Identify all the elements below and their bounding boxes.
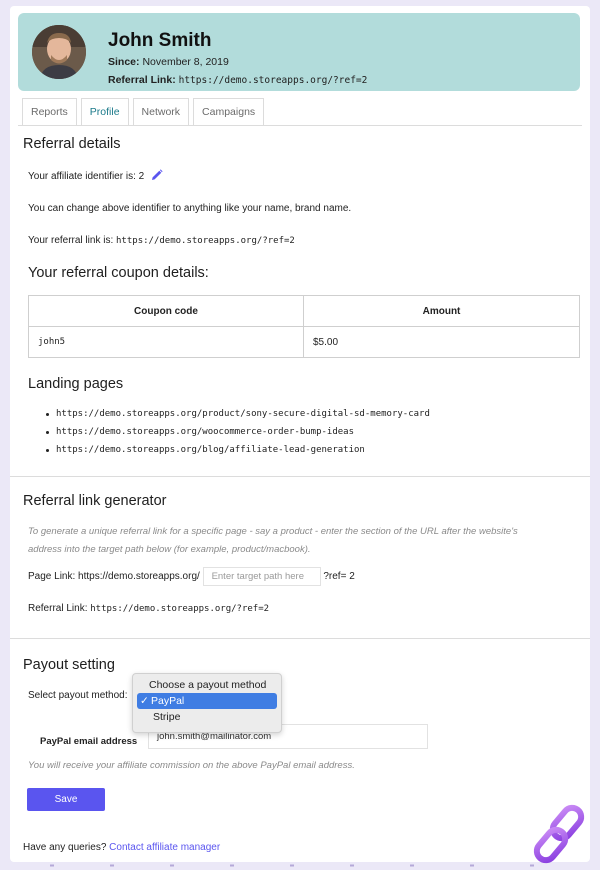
checkmark-icon: ✓: [140, 695, 149, 707]
bottom-dotted-border: [50, 864, 550, 867]
section-divider: [10, 476, 590, 477]
landing-pages-list: https://demo.storeapps.org/product/sony-…: [46, 409, 430, 463]
list-item[interactable]: https://demo.storeapps.org/product/sony-…: [46, 409, 430, 427]
generated-link-value: https://demo.storeapps.org/?ref=2: [90, 604, 270, 614]
generator-hint-line-2: address into the target path below (for …: [28, 544, 311, 555]
referral-link-row: Your referral link is: https://demo.stor…: [28, 235, 295, 246]
list-item[interactable]: https://demo.storeapps.org/blog/affiliat…: [46, 445, 430, 463]
profile-header: John Smith Since: November 8, 2019 Refer…: [18, 13, 580, 91]
identifier-value: 2: [138, 171, 145, 182]
generator-hint-line-1: To generate a unique referral link for a…: [28, 526, 518, 537]
page-link-label: Page Link:: [28, 571, 76, 583]
page-link-base: https://demo.storeapps.org/: [78, 571, 200, 583]
member-since: Since: November 8, 2019: [108, 56, 229, 68]
referral-link-label: Referral Link:: [108, 74, 176, 86]
referral-link-url: https://demo.storeapps.org/?ref=2: [116, 236, 295, 246]
payout-method-label: Select payout method:: [28, 690, 128, 701]
coupon-heading: Your referral coupon details:: [28, 265, 209, 281]
column-header-coupon-code: Coupon code: [28, 295, 304, 327]
affiliate-identifier-row: Your affiliate identifier is: 2: [28, 169, 163, 184]
since-value: November 8, 2019: [142, 56, 229, 68]
landing-pages-heading: Landing pages: [28, 376, 124, 392]
tab-network[interactable]: Network: [132, 98, 190, 126]
page-link-row: Page Link: https://demo.storeapps.org/ E…: [28, 567, 355, 586]
paypal-email-label: PayPal email address: [40, 736, 138, 747]
tab-profile[interactable]: Profile: [80, 98, 129, 126]
generated-referral-link-row: Referral Link: https://demo.storeapps.or…: [28, 603, 269, 614]
referral-details-heading: Referral details: [23, 136, 121, 152]
tab-campaigns[interactable]: Campaigns: [193, 98, 265, 126]
section-divider: [10, 638, 590, 639]
target-path-input[interactable]: Enter target path here: [202, 567, 321, 586]
payout-option-stripe[interactable]: Stripe: [137, 709, 277, 725]
payout-option-paypal-label: PayPal: [151, 695, 185, 707]
referral-link-text: Your referral link is:: [28, 235, 114, 246]
coupon-amount-cell: $5.00: [303, 326, 580, 358]
payout-option-choose[interactable]: Choose a payout method: [137, 677, 277, 693]
table-header-row: Coupon code Amount: [28, 295, 580, 327]
referral-link-value: https://demo.storeapps.org/?ref=2: [178, 75, 368, 86]
header-referral-link: Referral Link: https://demo.storeapps.or…: [108, 74, 367, 86]
link-generator-heading: Referral link generator: [23, 493, 167, 509]
payout-method-dropdown[interactable]: Choose a payout method ✓ PayPal Stripe: [132, 673, 282, 733]
identifier-label: Your affiliate identifier is:: [28, 171, 136, 182]
list-item[interactable]: https://demo.storeapps.org/woocommerce-o…: [46, 427, 430, 445]
identifier-change-note: You can change above identifier to anyth…: [28, 203, 352, 214]
generated-link-label: Referral Link:: [28, 603, 88, 614]
generator-hint: To generate a unique referral link for a…: [28, 523, 518, 559]
page-link-suffix: ?ref= 2: [323, 571, 355, 583]
avatar: [32, 25, 86, 79]
tab-reports[interactable]: Reports: [22, 98, 77, 126]
save-button[interactable]: Save: [27, 788, 105, 811]
queries-row: Have any queries? Contact affiliate mana…: [23, 842, 220, 853]
paypal-email-note: You will receive your affiliate commissi…: [28, 760, 355, 771]
tab-divider: [18, 125, 582, 126]
contact-manager-link[interactable]: Contact affiliate manager: [109, 842, 220, 853]
coupon-code-cell: john5: [28, 326, 304, 358]
payout-option-paypal[interactable]: ✓ PayPal: [137, 693, 277, 709]
affiliate-profile-card: John Smith Since: November 8, 2019 Refer…: [10, 6, 590, 862]
chain-link-icon: [528, 800, 598, 870]
table-row: john5 $5.00: [28, 326, 580, 358]
tab-bar: Reports Profile Network Campaigns: [22, 98, 268, 126]
column-header-amount: Amount: [303, 295, 580, 327]
queries-text: Have any queries?: [23, 842, 107, 853]
coupon-table: Coupon code Amount john5 $5.00: [28, 295, 580, 358]
user-name: John Smith: [108, 30, 212, 51]
since-label: Since:: [108, 56, 140, 68]
payout-heading: Payout setting: [23, 657, 115, 673]
edit-pencil-icon[interactable]: [151, 169, 163, 184]
